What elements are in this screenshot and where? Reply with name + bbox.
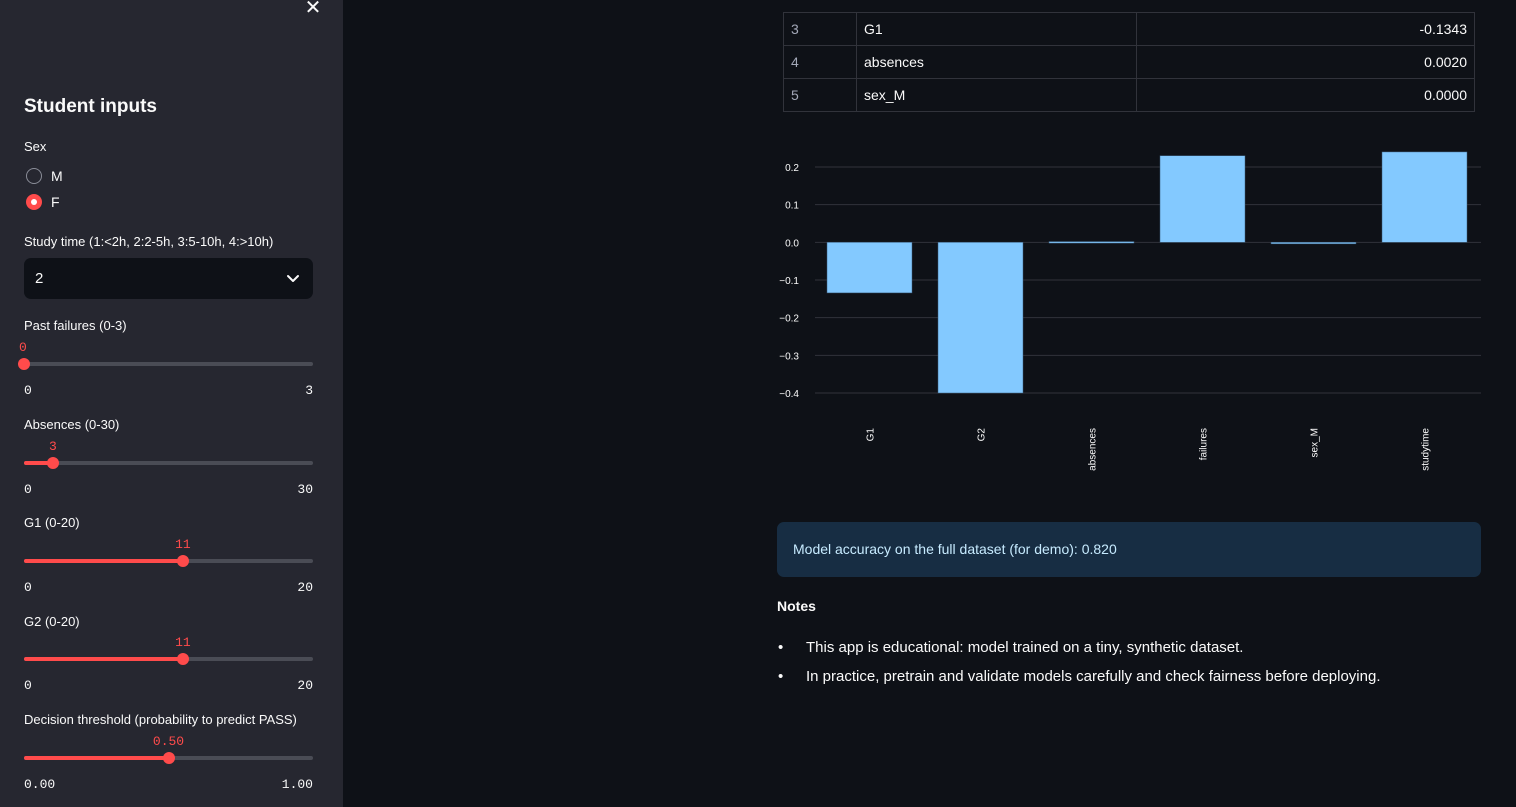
slider-max: 3: [305, 383, 313, 398]
x-tick-label: sex_M: [1310, 428, 1321, 457]
chevron-down-icon: [287, 275, 299, 282]
sidebar-title: Student inputs: [24, 96, 157, 117]
bar: [826, 242, 913, 294]
row-value: 0.0000: [1136, 78, 1475, 112]
notes-heading: Notes: [777, 598, 816, 614]
slider-value: 11: [175, 537, 191, 552]
slider-value: 11: [175, 635, 191, 650]
slider-thumb[interactable]: [18, 358, 30, 370]
slider-max: 20: [297, 580, 313, 595]
slider-value: 3: [48, 439, 57, 454]
slider-value: 0: [19, 340, 27, 355]
y-tick-label: −0.3: [779, 351, 799, 362]
slider-value: 0.50: [152, 734, 185, 749]
list-item: In practice, pretrain and validate model…: [777, 666, 1381, 695]
close-sidebar-button[interactable]: ✕: [302, 0, 324, 18]
bar: [1159, 155, 1246, 243]
row-value: -0.1343: [1136, 12, 1475, 46]
study-time-value: 2: [35, 270, 44, 287]
x-tick-label: failures: [1199, 428, 1210, 460]
slider-track: [24, 461, 313, 465]
g2-slider[interactable]: 11 0 20: [24, 635, 313, 698]
study-time-label: Study time (1:<2h, 2:2-5h, 3:5-10h, 4:>1…: [24, 234, 274, 249]
absences-slider[interactable]: 3 0 30: [24, 439, 313, 502]
sex-radio-m[interactable]: M: [26, 168, 63, 184]
close-icon: ✕: [304, 0, 322, 19]
table-row: 3 G1 -0.1343: [783, 12, 1475, 46]
sidebar: ✕ Student inputs Sex M F Study time (1:<…: [0, 0, 343, 807]
coefficients-table: 3 G1 -0.1343 4 absences 0.0020 5 sex_M 0…: [783, 12, 1475, 112]
y-tick-label: 0.2: [785, 163, 799, 174]
g2-label: G2 (0-20): [24, 614, 80, 629]
table-row: 5 sex_M 0.0000: [783, 78, 1475, 112]
table-row: 4 absences 0.0020: [783, 45, 1475, 79]
bar: [1048, 241, 1135, 244]
radio-checked-icon: [26, 194, 42, 210]
slider-thumb[interactable]: [162, 752, 175, 764]
y-tick-label: 0.1: [785, 201, 799, 212]
accuracy-info-box: Model accuracy on the full dataset (for …: [777, 522, 1481, 577]
slider-fill: [24, 756, 169, 760]
slider-min: 0: [24, 482, 32, 497]
sex-option-m-label: M: [51, 168, 63, 184]
slider-track: [24, 362, 313, 366]
g1-slider[interactable]: 11 0 20: [24, 537, 313, 600]
slider-thumb[interactable]: [176, 653, 189, 665]
row-index: 5: [783, 78, 857, 112]
coefficients-bar-chart: 0.2 0.1 0.0 −0.1 −0.2 −0.3 −0.4 G1 G2 absences fai…: [779, 151, 1481, 471]
row-feature: G1: [856, 12, 1137, 46]
sex-option-f-label: F: [51, 194, 60, 210]
x-tick-label: G1: [866, 428, 877, 442]
slider-min: 0: [24, 383, 32, 398]
y-tick-label: −0.1: [779, 276, 799, 287]
row-index: 3: [783, 12, 857, 46]
threshold-label: Decision threshold (probability to predi…: [24, 712, 297, 727]
sex-label: Sex: [24, 139, 47, 154]
threshold-slider[interactable]: 0.50 0.00 1.00: [24, 734, 313, 797]
bar: [937, 242, 1024, 394]
slider-min: 0: [24, 678, 32, 693]
row-index: 4: [783, 45, 857, 79]
slider-max: 20: [297, 678, 313, 693]
absences-label: Absences (0-30): [24, 417, 120, 432]
slider-fill: [24, 657, 183, 661]
notes-list: This app is educational: model trained o…: [777, 637, 1381, 695]
slider-max: 30: [297, 482, 313, 497]
accuracy-info-text: Model accuracy on the full dataset (for …: [793, 541, 1117, 557]
y-tick-label: −0.2: [779, 314, 799, 325]
slider-thumb[interactable]: [176, 555, 189, 567]
study-time-select[interactable]: 2: [24, 258, 313, 299]
x-tick-label: absences: [1088, 428, 1099, 471]
slider-max: 1.00: [281, 777, 313, 792]
bar: [1270, 242, 1357, 245]
slider-min: 0.00: [24, 777, 56, 792]
sex-radio-f[interactable]: F: [26, 194, 60, 210]
list-item: This app is educational: model trained o…: [777, 637, 1381, 666]
bar: [1381, 151, 1468, 243]
row-feature: absences: [856, 45, 1137, 79]
row-feature: sex_M: [856, 78, 1137, 112]
slider-thumb[interactable]: [46, 457, 59, 469]
slider-min: 0: [24, 580, 32, 595]
row-value: 0.0020: [1136, 45, 1475, 79]
failures-slider[interactable]: 0 0 3: [18, 340, 313, 403]
y-tick-label: −0.4: [779, 389, 799, 400]
y-tick-label: 0.0: [785, 238, 799, 249]
x-tick-label: studytime: [1421, 428, 1432, 471]
x-tick-label: G2: [977, 428, 988, 442]
radio-unchecked-icon: [26, 168, 42, 184]
slider-fill: [24, 559, 183, 563]
g1-label: G1 (0-20): [24, 515, 80, 530]
failures-label: Past failures (0-3): [24, 318, 127, 333]
